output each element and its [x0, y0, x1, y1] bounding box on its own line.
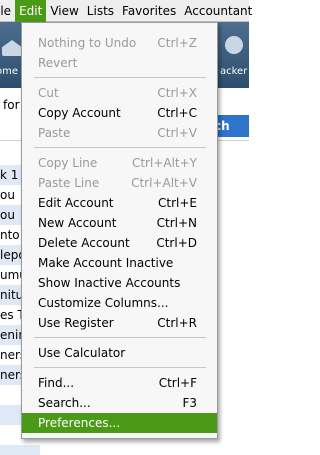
menu-item-shortcut: Ctrl+C	[157, 106, 197, 120]
menu-item-label: Make Account Inactive	[38, 256, 174, 270]
menu-item-label: Paste Line	[38, 176, 100, 190]
menu-item-shortcut: Ctrl+Alt+Y	[131, 156, 197, 170]
menu-item-edit-account[interactable]: Edit Account Ctrl+E	[22, 193, 217, 213]
menu-separator	[34, 77, 206, 78]
menu-item-label: Copy Line	[38, 156, 98, 170]
menu-item-label: New Account	[38, 216, 117, 230]
menu-item-label: Search...	[38, 396, 91, 410]
menu-item-customize-columns[interactable]: Customize Columns...	[22, 293, 217, 313]
menu-item-show-inactive-accounts[interactable]: Show Inactive Accounts	[22, 273, 217, 293]
menu-item-shortcut: Ctrl+X	[157, 86, 197, 100]
menu-item-delete-account[interactable]: Delete Account Ctrl+D	[22, 233, 217, 253]
menu-view[interactable]: View	[46, 0, 82, 22]
menu-item-shortcut: Ctrl+Alt+V	[131, 176, 197, 190]
menu-item-label: Use Calculator	[38, 346, 126, 360]
menu-lists[interactable]: Lists	[83, 0, 118, 22]
menu-item-label: Copy Account	[38, 106, 121, 120]
menu-bar: ile Edit View Lists Favorites Accountant	[0, 0, 252, 22]
menu-item-use-calculator[interactable]: Use Calculator	[22, 343, 217, 363]
menu-item-label: Show Inactive Accounts	[38, 276, 181, 290]
menu-item-shortcut: F3	[182, 396, 197, 410]
menu-item-shortcut: Ctrl+R	[157, 316, 197, 330]
tracker-label[interactable]: acker	[220, 66, 247, 77]
menu-item-label: Edit Account	[38, 196, 114, 210]
menu-item-shortcut: Ctrl+N	[156, 216, 197, 230]
account-row[interactable]	[0, 445, 40, 455]
menu-item-label: Nothing to Undo	[38, 36, 137, 50]
menu-item-find[interactable]: Find... Ctrl+F	[22, 373, 217, 393]
menu-separator	[34, 367, 206, 368]
menu-item-label: Find...	[38, 376, 75, 390]
menu-item-shortcut: Ctrl+V	[157, 126, 197, 140]
menu-file[interactable]: ile	[0, 0, 15, 22]
menu-item-label: Revert	[38, 56, 78, 70]
menu-separator	[34, 147, 206, 148]
menu-item-copy-line[interactable]: Copy Line Ctrl+Alt+Y	[22, 153, 217, 173]
menu-item-preferences[interactable]: Preferences...	[22, 413, 217, 433]
menu-item-label: Customize Columns...	[38, 296, 169, 310]
menu-item-use-register[interactable]: Use Register Ctrl+R	[22, 313, 217, 333]
menu-item-label: Use Register	[38, 316, 114, 330]
home-label[interactable]: ome	[0, 66, 18, 77]
edit-menu-dropdown: Nothing to Undo Ctrl+Z Revert Cut Ctrl+X Copy…	[21, 22, 218, 439]
menu-item-search[interactable]: Search... F3	[22, 393, 217, 413]
menu-accountant[interactable]: Accountant	[180, 0, 256, 22]
tracker-icon[interactable]	[225, 36, 243, 54]
menu-item-cut[interactable]: Cut Ctrl+X	[22, 83, 217, 103]
menu-item-revert[interactable]: Revert	[22, 53, 217, 73]
look-for-label: for	[3, 98, 20, 112]
menu-item-label: Preferences...	[38, 416, 121, 430]
menu-item-label: Paste	[38, 126, 71, 140]
menu-item-nothing-to-undo[interactable]: Nothing to Undo Ctrl+Z	[22, 33, 217, 53]
menu-item-new-account[interactable]: New Account Ctrl+N	[22, 213, 217, 233]
menu-separator	[34, 337, 206, 338]
menu-item-shortcut: Ctrl+E	[158, 196, 197, 210]
menu-item-shortcut: Ctrl+F	[158, 376, 197, 390]
menu-item-paste-line[interactable]: Paste Line Ctrl+Alt+V	[22, 173, 217, 193]
menu-edit[interactable]: Edit	[15, 0, 47, 22]
menu-item-paste[interactable]: Paste Ctrl+V	[22, 123, 217, 143]
menu-item-copy-account[interactable]: Copy Account Ctrl+C	[22, 103, 217, 123]
menu-favorites[interactable]: Favorites	[118, 0, 180, 22]
menu-item-make-account-inactive[interactable]: Make Account Inactive	[22, 253, 217, 273]
menu-item-shortcut: Ctrl+D	[156, 236, 197, 250]
menu-item-label: Cut	[38, 86, 59, 100]
menu-item-shortcut: Ctrl+Z	[157, 36, 197, 50]
menu-item-label: Delete Account	[38, 236, 130, 250]
